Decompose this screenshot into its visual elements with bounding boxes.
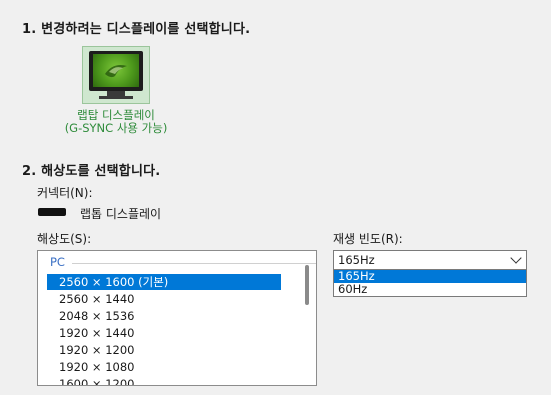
monitor-base <box>99 96 133 99</box>
refresh-rate-selected: 165Hz <box>338 253 375 267</box>
resolution-item[interactable]: 1920 × 1440 <box>47 325 281 341</box>
refresh-rate-select[interactable]: 165Hz <box>333 250 527 270</box>
resolution-item[interactable]: 1920 × 1200 <box>47 342 281 358</box>
resolution-label: 해상도(S): <box>37 232 92 246</box>
display-gsync-status: (G-SYNC 사용 가능) <box>64 121 168 135</box>
connector-icon <box>38 208 66 216</box>
resolution-item[interactable]: 2560 × 1440 <box>47 291 281 307</box>
connector-label: 커넥터(N): <box>37 186 93 200</box>
display-name: 랩탑 디스플레이 <box>77 108 155 122</box>
resolution-item[interactable]: 2560 × 1600 (기본) <box>47 274 281 290</box>
chevron-down-icon <box>510 252 522 264</box>
connector-value: 랩톱 디스플레이 <box>80 207 162 221</box>
resolution-item[interactable]: 1920 × 1080 <box>47 359 281 375</box>
refresh-rate-dropdown: 165Hz 60Hz <box>333 269 527 297</box>
resolution-group-header: PC <box>50 255 65 269</box>
scrollbar-thumb[interactable] <box>305 265 309 305</box>
nvidia-logo-icon <box>93 54 139 87</box>
step1-title: 1. 변경하려는 디스플레이를 선택합니다. <box>22 22 251 37</box>
resolution-item[interactable]: 2048 × 1536 <box>47 308 281 324</box>
resolution-item[interactable]: 1600 × 1200 <box>47 376 281 385</box>
group-divider <box>72 263 316 264</box>
refresh-rate-label: 재생 빈도(R): <box>333 232 403 246</box>
resolution-list[interactable]: PC 2560 × 1600 (기본) 2560 × 1440 2048 × 1… <box>37 250 317 386</box>
refresh-rate-option[interactable]: 60Hz <box>334 283 526 296</box>
display-tile-laptop[interactable] <box>82 46 150 104</box>
step2-title: 2. 해상도를 선택합니다. <box>22 164 161 179</box>
monitor-icon <box>89 51 143 91</box>
